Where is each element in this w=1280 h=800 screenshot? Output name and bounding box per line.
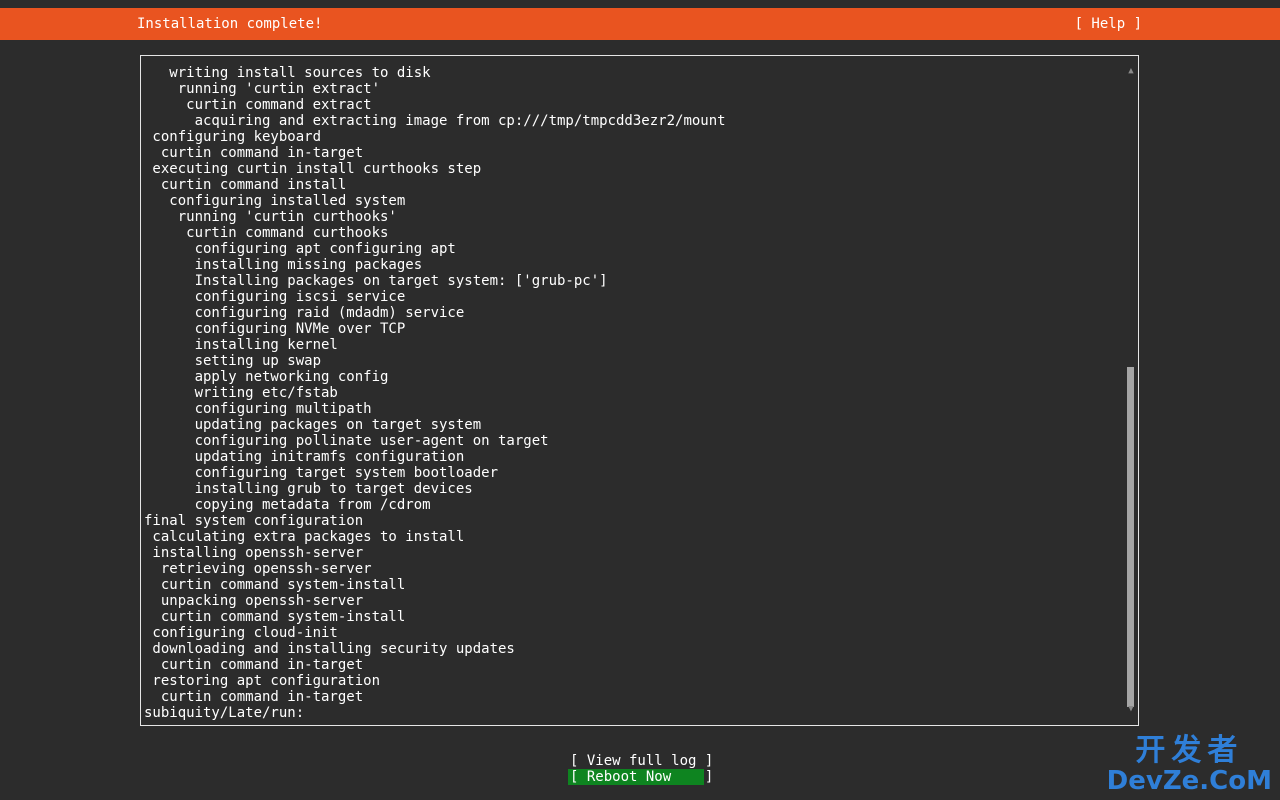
log-line: Installing packages on target system: ['… xyxy=(144,273,608,289)
log-line: unpacking openssh-server xyxy=(144,593,364,609)
log-line: calculating extra packages to install xyxy=(144,529,465,545)
log-line: installing grub to target devices xyxy=(144,481,473,497)
page-title: Installation complete! xyxy=(137,16,323,32)
log-line: installing openssh-server xyxy=(144,545,364,561)
log-line: writing etc/fstab xyxy=(144,385,338,401)
installer-screen: Installation complete! [ Help ] writing … xyxy=(0,0,1280,800)
log-line: apply networking config xyxy=(144,369,389,385)
log-line: restoring apt configuration xyxy=(144,673,381,689)
site-watermark: 开发者 DevZe.CoM xyxy=(1106,733,1272,796)
log-line: configuring installed system xyxy=(144,193,406,209)
log-line: installing missing packages xyxy=(144,257,423,273)
reboot-now-button[interactable]: [ Reboot Now ] xyxy=(568,769,713,785)
log-line: configuring keyboard xyxy=(144,129,322,145)
log-line: configuring cloud-init xyxy=(144,625,338,641)
log-line: executing curtin install curthooks step xyxy=(144,161,482,177)
header-bar: Installation complete! [ Help ] xyxy=(0,8,1280,40)
log-line: curtin command in-target xyxy=(144,145,364,161)
log-line: retrieving openssh-server xyxy=(144,561,372,577)
watermark-chinese-text: 开发者 xyxy=(1135,733,1244,768)
log-line: configuring multipath xyxy=(144,401,372,417)
log-line: curtin command in-target xyxy=(144,657,364,673)
watermark-site-text: DevZe.CoM xyxy=(1106,766,1272,796)
log-line: configuring apt configuring apt xyxy=(144,241,456,257)
log-line: configuring pollinate user-agent on targ… xyxy=(144,433,549,449)
scroll-down-icon[interactable]: ▼ xyxy=(1126,704,1136,714)
log-line: running 'curtin curthooks' xyxy=(144,209,397,225)
log-line: curtin command in-target xyxy=(144,689,364,705)
log-line: acquiring and extracting image from cp:/… xyxy=(144,113,726,129)
log-line: curtin command system-install xyxy=(144,609,406,625)
log-line: configuring iscsi service xyxy=(144,289,406,305)
log-line: setting up swap xyxy=(144,353,322,369)
log-line: installing kernel xyxy=(144,337,338,353)
log-line: final system configuration xyxy=(144,513,364,529)
log-line: curtin command curthooks xyxy=(144,225,389,241)
log-line: curtin command install xyxy=(144,177,347,193)
log-line: copying metadata from /cdrom xyxy=(144,497,431,513)
log-line: running 'curtin extract' xyxy=(144,81,381,97)
scrollbar-thumb[interactable] xyxy=(1127,367,1134,707)
log-line: subiquity/Late/run: xyxy=(144,705,305,721)
log-line: updating packages on target system xyxy=(144,417,482,433)
log-line: curtin command system-install xyxy=(144,577,406,593)
log-line: curtin command extract xyxy=(144,97,372,113)
log-line: configuring raid (mdadm) service xyxy=(144,305,465,321)
log-scrollbar[interactable]: ▲ ▼ xyxy=(1126,62,1136,718)
install-log-panel[interactable]: writing install sources to disk running … xyxy=(140,55,1139,726)
log-line: downloading and installing security upda… xyxy=(144,641,515,657)
log-line: configuring NVMe over TCP xyxy=(144,321,406,337)
view-full-log-button[interactable]: [ View full log ] xyxy=(570,753,713,769)
log-line: updating initramfs configuration xyxy=(144,449,465,465)
scroll-up-icon[interactable]: ▲ xyxy=(1126,66,1136,76)
help-button[interactable]: [ Help ] xyxy=(1075,16,1142,32)
log-lines: writing install sources to disk running … xyxy=(144,65,726,721)
log-line: configuring target system bootloader xyxy=(144,465,499,481)
log-line: writing install sources to disk xyxy=(144,65,431,81)
